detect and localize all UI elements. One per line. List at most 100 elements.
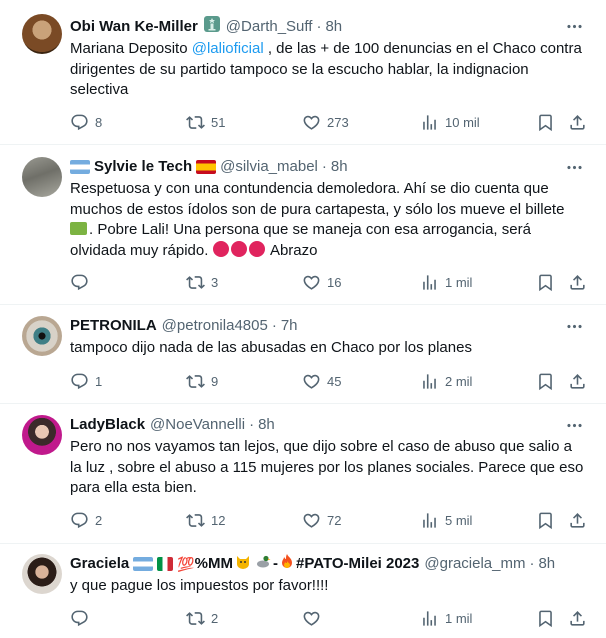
more-icon[interactable] — [564, 16, 584, 36]
user-name[interactable]: PETRONILA — [70, 316, 157, 336]
like-button[interactable]: 45 — [302, 372, 341, 391]
reply-button[interactable] — [70, 609, 95, 628]
bookmark-button[interactable] — [536, 511, 555, 530]
timestamp[interactable]: 8h — [331, 157, 348, 177]
more-icon[interactable] — [564, 415, 584, 435]
angry-face-icon — [212, 240, 229, 257]
arrow-left-icon: - — [272, 555, 278, 572]
avatar[interactable] — [22, 415, 62, 455]
user-name[interactable]: Graciela — [70, 554, 129, 574]
reply-count: 8 — [95, 114, 103, 130]
view-count: 2 mil — [445, 373, 473, 389]
views-icon — [420, 511, 439, 530]
tweet[interactable]: PETRONILA @petronila4805 · 7h tampoco di… — [0, 305, 606, 404]
retweet-button[interactable]: 9 — [186, 372, 218, 391]
retweet-count: 51 — [211, 114, 226, 130]
views-button[interactable]: 1 mil — [420, 273, 472, 292]
reply-count: 2 — [95, 512, 103, 528]
reply-button[interactable]: 2 — [70, 511, 102, 530]
user-name[interactable]: Obi Wan Ke-Miller — [70, 17, 198, 37]
share-icon — [568, 273, 587, 292]
tweet[interactable]: Obi Wan Ke-Miller @Darth_Suff · 8h Maria… — [0, 0, 606, 145]
views-icon — [420, 113, 439, 132]
italy-flag-icon — [157, 557, 174, 571]
avatar[interactable] — [22, 157, 62, 197]
reply-icon — [70, 372, 89, 391]
tweet[interactable]: LadyBlack @NoeVannelli · 8h Pero no nos … — [0, 404, 606, 544]
user-handle[interactable]: @graciela_mm — [424, 554, 525, 574]
separator-dot: · — [316, 18, 322, 35]
retweet-button[interactable]: 12 — [186, 511, 225, 530]
timestamp[interactable]: 8h — [258, 415, 275, 435]
like-count: 72 — [327, 512, 342, 528]
angry-face-icon — [248, 240, 265, 257]
bookmark-button[interactable] — [536, 609, 555, 628]
avatar[interactable] — [22, 316, 62, 356]
spain-flag-icon — [196, 160, 217, 174]
reply-button[interactable]: 1 — [70, 372, 102, 391]
user-handle[interactable]: @silvia_mabel — [220, 157, 318, 177]
retweet-icon — [186, 372, 205, 391]
views-button[interactable]: 5 mil — [420, 511, 472, 530]
avatar[interactable] — [22, 14, 62, 54]
like-button[interactable]: 72 — [302, 511, 341, 530]
more-icon[interactable] — [564, 157, 584, 177]
views-button[interactable]: 2 mil — [420, 372, 472, 391]
user-name-part: #PATO-Milei 2023 — [295, 555, 420, 572]
user-handle[interactable]: @Darth_Suff — [226, 17, 313, 37]
share-button[interactable] — [568, 609, 587, 628]
like-icon — [302, 372, 321, 391]
views-icon — [420, 372, 439, 391]
reply-icon — [70, 511, 89, 530]
reply-button[interactable] — [70, 273, 95, 292]
like-button[interactable]: 16 — [302, 273, 341, 292]
hundred-points-icon: 💯 — [177, 556, 195, 572]
view-count: 10 mil — [445, 114, 480, 130]
separator-dot: · — [249, 416, 255, 433]
like-button[interactable]: 273 — [302, 113, 349, 132]
retweet-button[interactable]: 2 — [186, 609, 218, 628]
user-name[interactable]: LadyBlack — [70, 415, 145, 435]
bookmark-button[interactable] — [536, 372, 555, 391]
timestamp[interactable]: 7h — [281, 316, 298, 336]
timestamp[interactable]: 8h — [538, 554, 555, 574]
tweet-actions: 3 16 1 mil — [70, 271, 590, 293]
tweet-text: y que pague los impuestos por favor!!!! — [70, 577, 329, 594]
tweet[interactable]: Graciela 💯 %MM - #PATO-Milei 2023 @graci… — [0, 544, 606, 638]
retweet-button[interactable]: 3 — [186, 273, 218, 292]
share-button[interactable] — [568, 113, 587, 132]
tweet-header: Sylvie le Tech @silvia_mabel · 8h — [70, 157, 566, 177]
user-name[interactable]: Sylvie le Tech — [94, 157, 192, 177]
retweet-icon — [186, 273, 205, 292]
tweet-text: tampoco dijo nada de las abusadas en Cha… — [70, 339, 472, 356]
reply-icon — [70, 273, 89, 292]
retweet-button[interactable]: 51 — [186, 113, 225, 132]
share-icon — [568, 372, 587, 391]
avatar[interactable] — [22, 554, 62, 594]
user-handle[interactable]: @NoeVannelli — [150, 415, 245, 435]
like-button[interactable] — [302, 609, 327, 628]
user-handle[interactable]: @petronila4805 — [162, 316, 268, 336]
more-icon[interactable] — [564, 316, 584, 336]
bookmark-icon — [536, 609, 555, 628]
share-button[interactable] — [568, 511, 587, 530]
bookmark-button[interactable] — [536, 113, 555, 132]
tweet-text: Pero no nos vayamos tan lejos, que dijo … — [70, 438, 584, 496]
retweet-count: 2 — [211, 610, 219, 626]
statue-of-liberty-icon — [203, 15, 221, 39]
mention-link[interactable]: @lalioficial — [192, 40, 264, 57]
timestamp[interactable]: 8h — [325, 17, 342, 37]
bookmark-button[interactable] — [536, 273, 555, 292]
cat-icon — [235, 553, 251, 575]
separator-dot: · — [321, 158, 327, 175]
retweet-icon — [186, 113, 205, 132]
views-button[interactable]: 1 mil — [420, 609, 472, 628]
bookmark-icon — [536, 113, 555, 132]
views-button[interactable]: 10 mil — [420, 113, 480, 132]
retweet-count: 3 — [211, 274, 219, 290]
reply-button[interactable]: 8 — [70, 113, 102, 132]
tweet[interactable]: Sylvie le Tech @silvia_mabel · 8h Respet… — [0, 145, 606, 305]
share-button[interactable] — [568, 273, 587, 292]
share-button[interactable] — [568, 372, 587, 391]
view-count: 5 mil — [445, 512, 473, 528]
